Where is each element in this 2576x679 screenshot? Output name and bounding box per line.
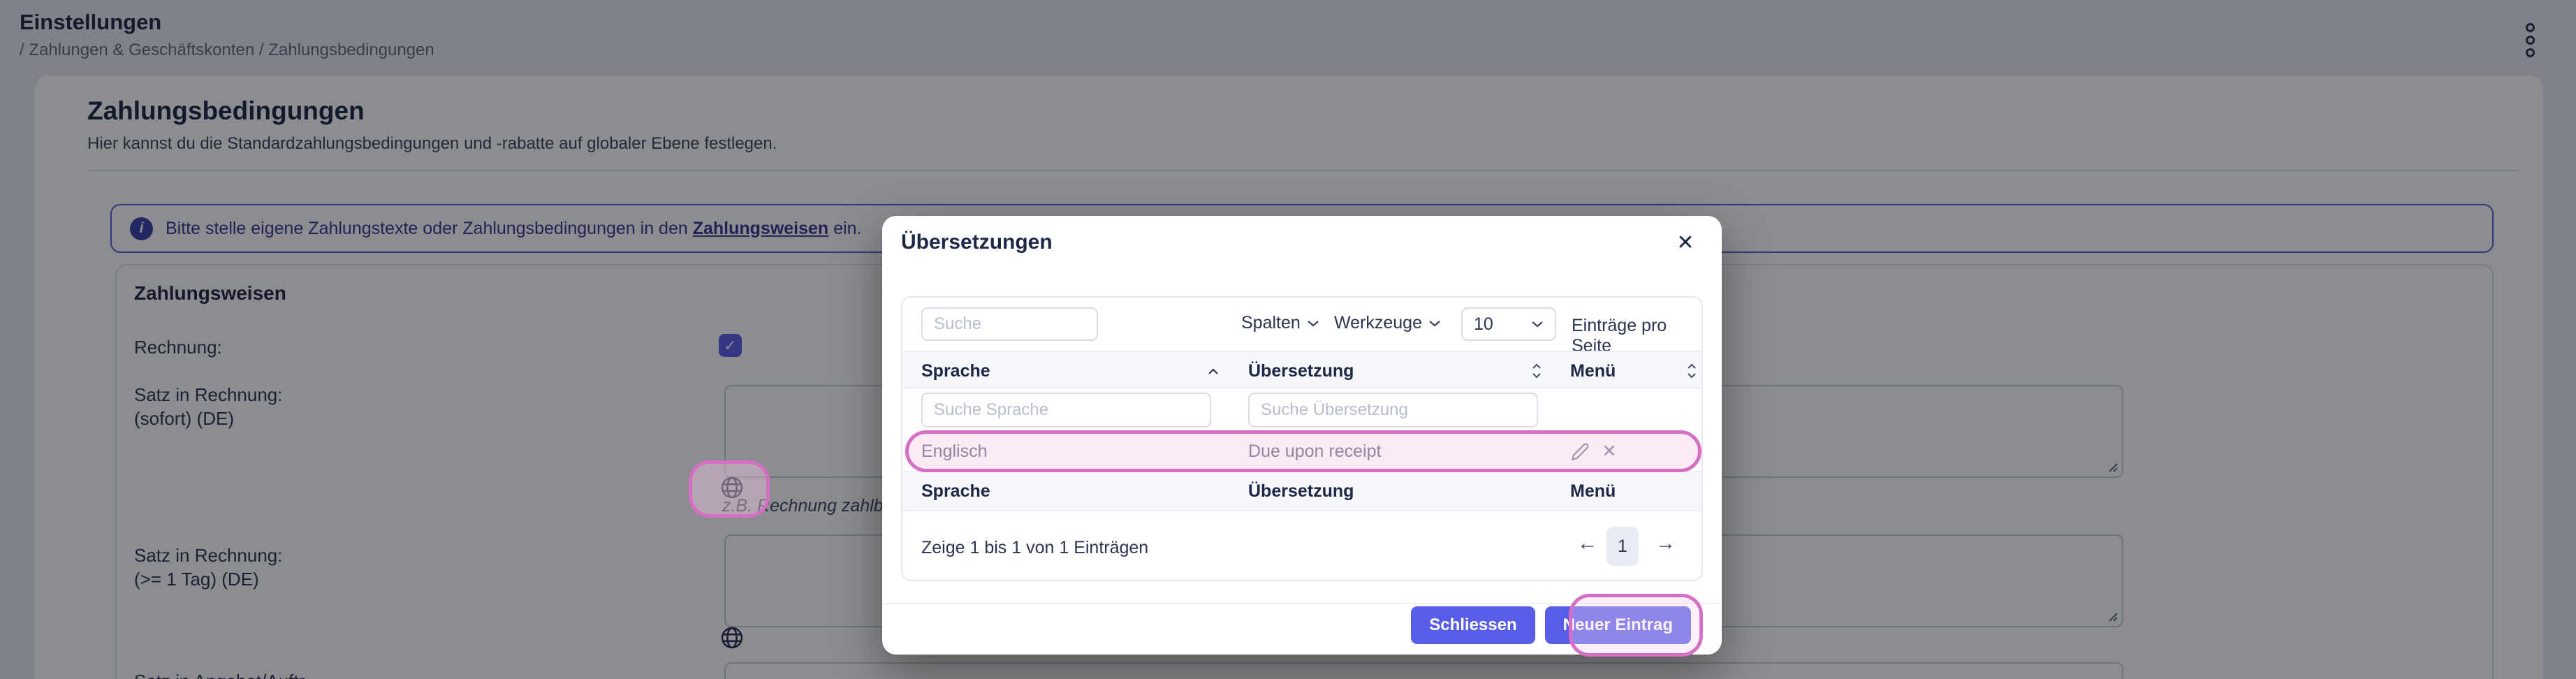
new-entry-button[interactable]: Neuer Eintrag <box>1545 606 1691 644</box>
delete-icon[interactable]: ✕ <box>1599 441 1620 462</box>
filter-sprache-input[interactable] <box>921 393 1211 428</box>
table-header-row: Sprache Übersetzung Menü <box>902 351 1702 388</box>
column-header-menue[interactable]: Menü <box>1570 361 1616 381</box>
sort-icon[interactable] <box>1686 361 1697 381</box>
footer-column-sprache: Sprache <box>921 481 990 502</box>
modal-title: Übersetzungen <box>901 231 1053 254</box>
table-footer-row: Sprache Übersetzung Menü <box>902 472 1702 511</box>
modal-footer-divider <box>882 603 1722 604</box>
prev-page-icon[interactable]: ← <box>1577 532 1597 555</box>
chevron-down-icon <box>1531 320 1544 328</box>
translations-table: Spalten Werkzeuge 10 Einträge pro Seite … <box>901 296 1703 581</box>
table-filter-row <box>902 388 1702 432</box>
sort-asc-icon[interactable] <box>1208 367 1219 375</box>
tools-dropdown-label: Werkzeuge <box>1334 313 1422 333</box>
translations-modal: Übersetzungen ✕ Spalten Werkzeuge 10 Ein… <box>882 216 1722 655</box>
footer-column-uebersetzung: Übersetzung <box>1248 481 1354 502</box>
footer-column-menue: Menü <box>1570 481 1616 502</box>
pagination-row: Zeige 1 bis 1 von 1 Einträgen ← 1 → <box>902 511 1702 583</box>
column-header-uebersetzung[interactable]: Übersetzung <box>1248 361 1354 381</box>
close-icon[interactable]: ✕ <box>1671 228 1699 256</box>
page-size-value: 10 <box>1474 314 1493 335</box>
page-number[interactable]: 1 <box>1607 527 1639 566</box>
next-page-icon[interactable]: → <box>1655 532 1676 555</box>
cell-translation: Due upon receipt <box>1248 441 1381 462</box>
tools-dropdown[interactable]: Werkzeuge <box>1334 313 1441 333</box>
column-header-sprache[interactable]: Sprache <box>921 361 990 381</box>
close-button[interactable]: Schliessen <box>1411 606 1535 644</box>
columns-dropdown[interactable]: Spalten <box>1241 313 1319 333</box>
columns-dropdown-label: Spalten <box>1241 313 1301 333</box>
sort-icon[interactable] <box>1531 361 1542 381</box>
table-row: Englisch Due upon receipt ✕ <box>902 432 1702 472</box>
screen: Einstellungen / Zahlungen & Geschäftskon… <box>0 0 2576 679</box>
edit-icon[interactable] <box>1569 441 1590 462</box>
page-size-select[interactable]: 10 <box>1461 307 1556 341</box>
search-input[interactable] <box>921 307 1098 341</box>
cell-language: Englisch <box>921 441 988 462</box>
filter-uebersetzung-input[interactable] <box>1248 393 1538 428</box>
chevron-down-icon <box>1428 319 1441 328</box>
chevron-down-icon <box>1307 319 1319 328</box>
modal-footer: Schliessen Neuer Eintrag <box>882 606 1691 644</box>
pagination-summary: Zeige 1 bis 1 von 1 Einträgen <box>921 538 1148 558</box>
